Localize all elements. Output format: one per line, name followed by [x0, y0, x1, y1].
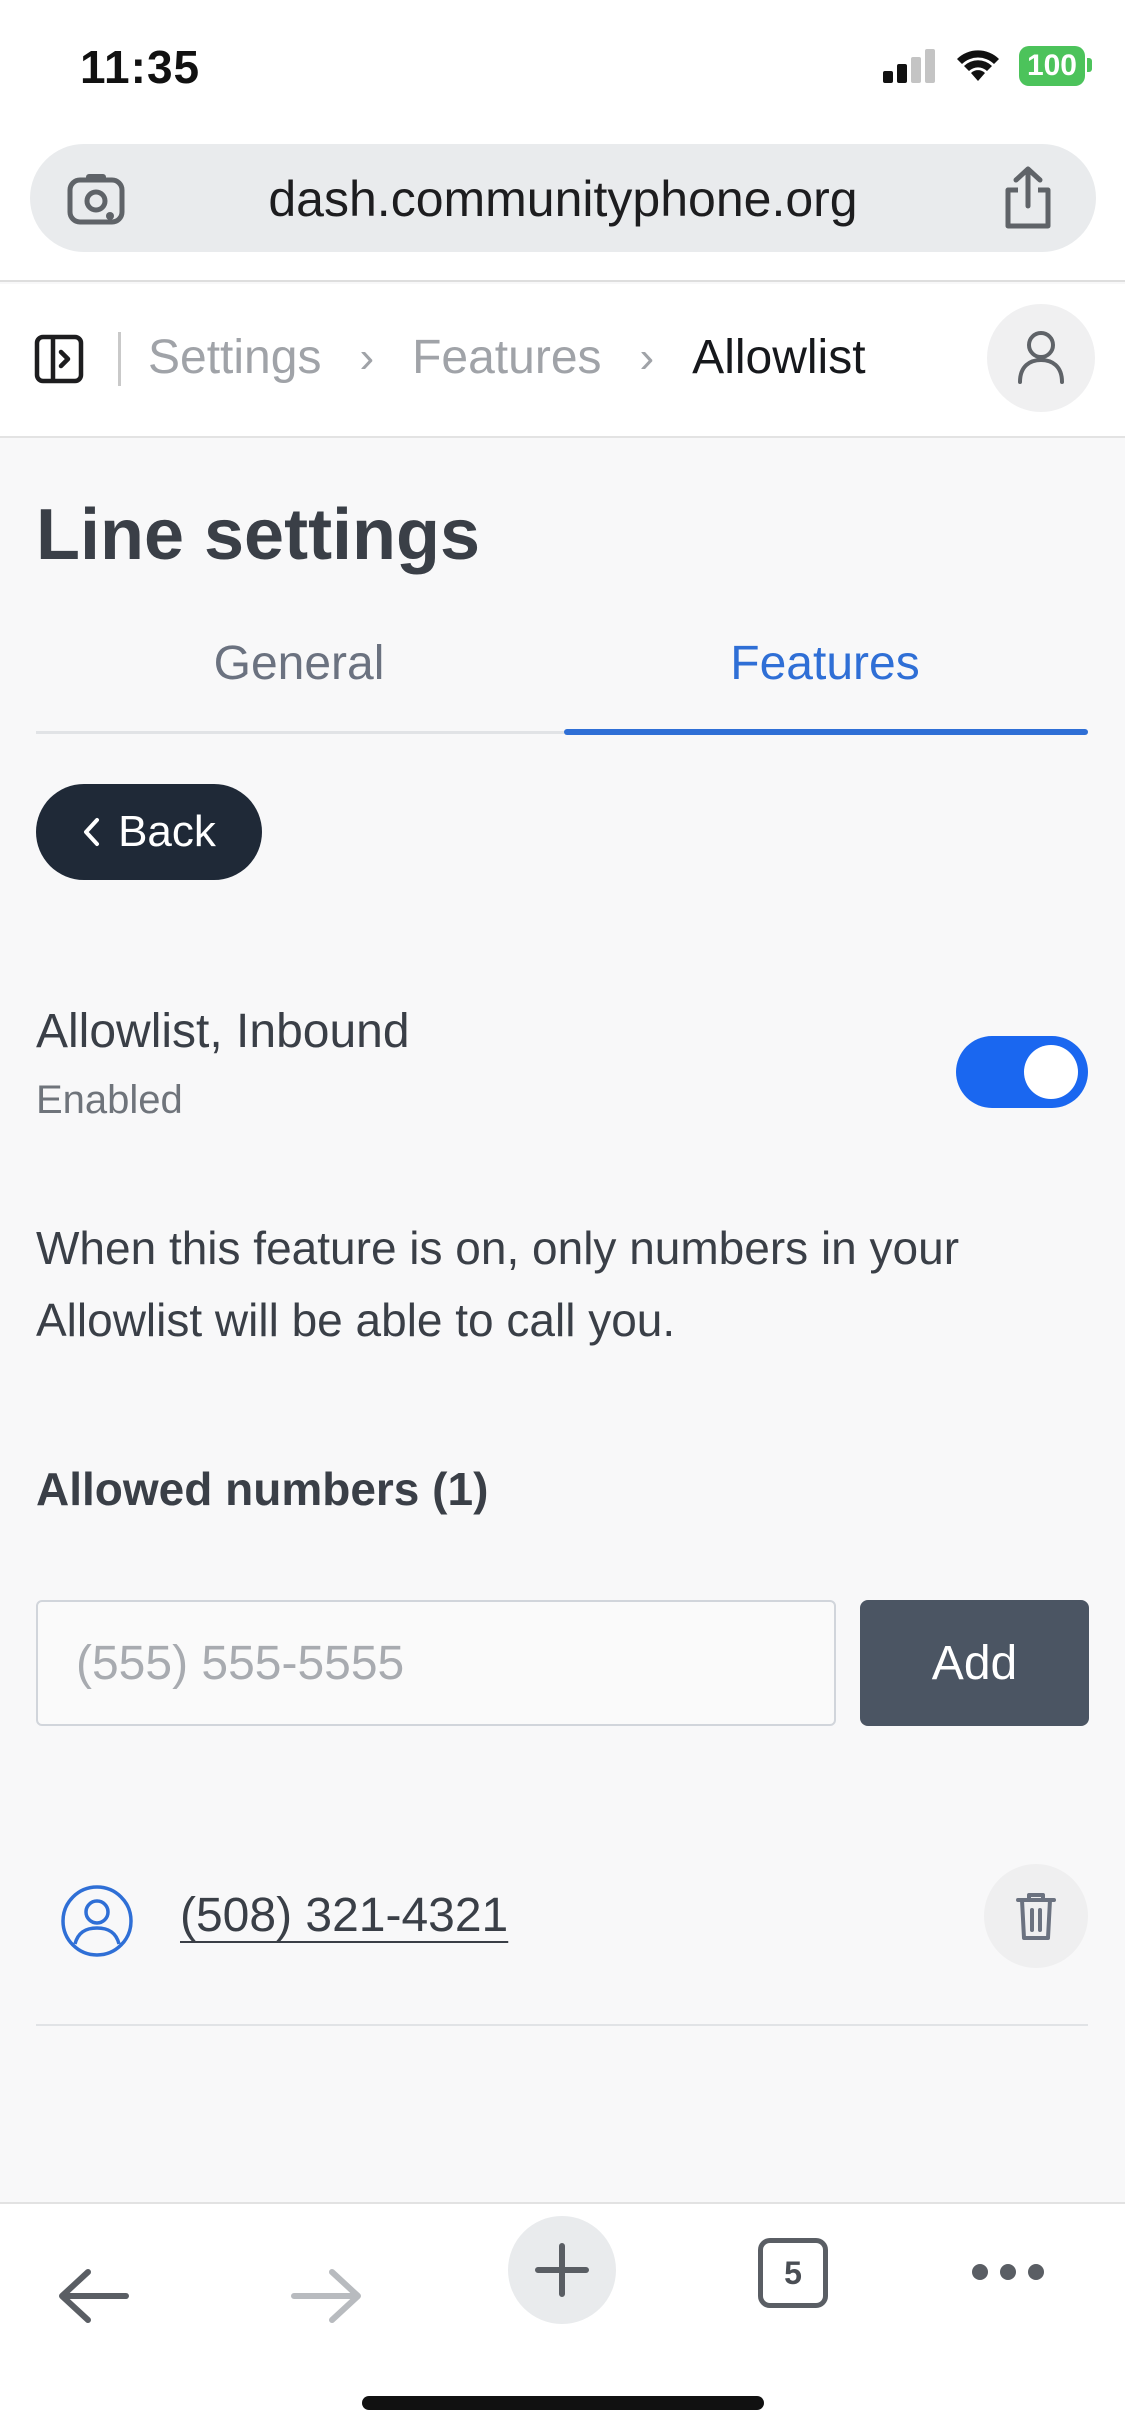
- breadcrumb-allowlist: Allowlist: [692, 331, 866, 384]
- allowed-number-link[interactable]: (508) 321-4321: [180, 1888, 508, 1943]
- share-icon[interactable]: [1000, 166, 1056, 230]
- allowed-numbers-heading: Allowed numbers (1): [36, 1463, 489, 1515]
- sidebar-toggle-icon[interactable]: [34, 334, 84, 384]
- user-avatar-button[interactable]: [987, 304, 1095, 412]
- browser-url-area: dash.communityphone.org: [0, 140, 1125, 282]
- battery-icon: 100: [1018, 46, 1093, 86]
- back-button[interactable]: Back: [36, 784, 262, 880]
- active-tab-indicator: [564, 729, 1088, 735]
- feature-description: When this feature is on, only numbers in…: [36, 1222, 960, 1346]
- new-tab-button[interactable]: [508, 2216, 616, 2324]
- home-indicator: [362, 2396, 764, 2410]
- settings-tabs: General Features: [36, 626, 1088, 735]
- trash-icon: [1016, 1893, 1056, 1940]
- back-arrow-icon[interactable]: [58, 2268, 130, 2324]
- status-bar: 11:35 100: [0, 0, 1125, 140]
- breadcrumb-settings[interactable]: Settings: [148, 330, 321, 385]
- chevron-left-icon: [84, 818, 100, 846]
- status-icons: 100: [882, 46, 1093, 86]
- app-header: Settings › Features › Allowlist: [0, 284, 1125, 438]
- forward-arrow-icon[interactable]: [290, 2268, 362, 2324]
- toggle-knob: [1024, 1045, 1078, 1099]
- url-text[interactable]: dash.communityphone.org: [30, 170, 1096, 228]
- signal-icon: [882, 49, 935, 83]
- feature-title: Allowlist, Inbound: [36, 1005, 410, 1058]
- plus-icon: [535, 2243, 589, 2297]
- user-circle-icon: [61, 1885, 133, 1957]
- header-divider: [118, 332, 121, 386]
- chevron-right-icon: ›: [359, 332, 375, 382]
- add-number-button[interactable]: Add: [860, 1600, 1089, 1726]
- chevron-right-icon: ›: [639, 332, 655, 382]
- list-item: (508) 321-4321: [36, 1862, 1088, 2026]
- tab-features[interactable]: Features: [562, 636, 1088, 691]
- url-bar[interactable]: dash.communityphone.org: [30, 144, 1096, 252]
- status-time: 11:35: [80, 41, 201, 93]
- breadcrumb: Settings › Features › Allowlist: [148, 330, 866, 385]
- page-title: Line settings: [36, 495, 481, 575]
- phone-number-input[interactable]: [36, 1600, 836, 1726]
- delete-number-button[interactable]: [984, 1864, 1088, 1968]
- allowlist-toggle[interactable]: [956, 1036, 1088, 1108]
- tab-general[interactable]: General: [36, 636, 562, 691]
- user-icon: [1018, 331, 1064, 384]
- feature-status: Enabled: [36, 1078, 183, 1122]
- wifi-icon: [956, 50, 999, 81]
- breadcrumb-features[interactable]: Features: [412, 330, 601, 385]
- more-icon[interactable]: [970, 2262, 1046, 2282]
- back-button-label: Back: [118, 807, 216, 856]
- tab-count-button[interactable]: 5: [758, 2238, 828, 2308]
